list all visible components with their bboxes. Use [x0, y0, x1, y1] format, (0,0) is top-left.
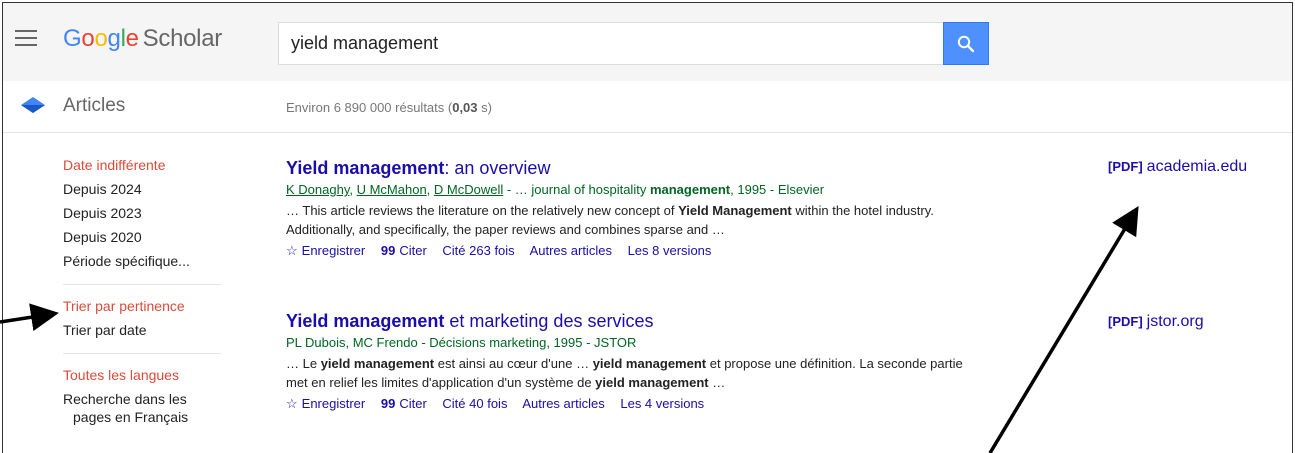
logo-letter: G	[63, 25, 82, 52]
author-link[interactable]: U McMahon	[357, 182, 427, 197]
result-authors: K Donaghy, U McMahon, D McDowell - … jou…	[286, 182, 825, 197]
filter-since-2024[interactable]: Depuis 2024	[63, 177, 233, 201]
result-actions: ☆ Enregistrer 99 Citer Cité 263 fois Autre…	[286, 241, 986, 261]
result-title-link[interactable]: Yield management et marketing des servic…	[286, 309, 986, 333]
search-icon	[957, 35, 975, 52]
snippet-text: … This article reviews the literature on…	[286, 203, 679, 218]
filter-all-languages[interactable]: Toutes les langues	[63, 363, 233, 387]
filter-since-2020[interactable]: Depuis 2020	[63, 225, 233, 249]
cited-by-link[interactable]: Cité 263 fois	[442, 243, 514, 258]
logo-letter: e	[125, 25, 139, 52]
author-link[interactable]: D McDowell	[434, 182, 503, 197]
quote-icon[interactable]: 99	[381, 243, 395, 258]
divider	[63, 284, 221, 285]
save-link[interactable]: Enregistrer	[302, 243, 366, 258]
snippet-text: … Le	[286, 356, 321, 371]
filter-custom-range[interactable]: Période spécifique...	[63, 249, 233, 273]
search-result: Yield management et marketing des servic…	[286, 309, 986, 414]
result-snippet: … This article reviews the literature on…	[286, 201, 976, 239]
quote-icon[interactable]: 99	[381, 396, 395, 411]
related-articles-link[interactable]: Autres articles	[530, 243, 612, 258]
logo-letter: o	[81, 25, 95, 52]
save-link[interactable]: Enregistrer	[302, 396, 366, 411]
search-button[interactable]	[943, 22, 989, 65]
snippet-highlight: yield management	[592, 356, 707, 371]
star-icon[interactable]: ☆	[286, 243, 298, 258]
browser-frame: Google Scholar yield management Articles …	[2, 2, 1293, 453]
logo-letter: o	[94, 25, 108, 52]
filter-sidebar: Date indifférente Depuis 2024 Depuis 202…	[63, 153, 233, 426]
result-snippet: … Le yield management est ainsi au cœur …	[286, 354, 976, 392]
versions-link[interactable]: Les 8 versions	[628, 243, 712, 258]
pdf-link[interactable]: [PDF] jstor.org	[1108, 313, 1204, 331]
search-query-text: yield management	[291, 33, 439, 53]
author-link[interactable]: K Donaghy	[286, 182, 349, 197]
snippet-text: …	[708, 375, 726, 390]
search-input[interactable]: yield management	[278, 22, 943, 65]
filter-french-pages[interactable]: Recherche dans les pages en Français	[63, 390, 213, 426]
pdf-link[interactable]: [PDF] academia.edu	[1108, 158, 1247, 176]
result-authors: PL Dubois, MC Frendo - Décisions marketi…	[286, 335, 637, 350]
sort-by-date[interactable]: Trier par date	[63, 318, 233, 342]
result-actions: ☆ Enregistrer 99 Citer Cité 40 fois Autres…	[286, 394, 986, 414]
divider	[63, 353, 221, 354]
search-result: Yield management: an overview K Donaghy,…	[286, 156, 986, 261]
snippet-highlight: yield management	[320, 356, 435, 371]
section-title: Articles	[63, 95, 126, 116]
snippet-highlight: yield management	[595, 375, 709, 390]
filter-any-date[interactable]: Date indifférente	[63, 153, 233, 177]
filter-since-2023[interactable]: Depuis 2023	[63, 201, 233, 225]
logo-letter: g	[107, 25, 121, 52]
snippet-highlight: Yield Management	[678, 203, 792, 218]
logo-scholar-text: Scholar	[142, 25, 223, 52]
related-articles-link[interactable]: Autres articles	[522, 396, 604, 411]
results-subheader: Articles Environ 6 890 000 résultats (0,…	[3, 81, 1292, 133]
result-title-link[interactable]: Yield management: an overview	[286, 156, 986, 180]
top-bar: Google Scholar yield management	[3, 3, 1292, 81]
menu-icon[interactable]	[15, 30, 37, 48]
graduation-cap-icon	[21, 97, 45, 113]
cite-link[interactable]: Citer	[399, 243, 426, 258]
versions-link[interactable]: Les 4 versions	[620, 396, 704, 411]
results-count: Environ 6 890 000 résultats (0,03 s)	[286, 100, 492, 115]
star-icon[interactable]: ☆	[286, 396, 298, 411]
google-scholar-logo[interactable]: Google Scholar	[63, 25, 222, 53]
cited-by-link[interactable]: Cité 40 fois	[442, 396, 507, 411]
snippet-text: est ainsi au cœur d'une …	[434, 356, 593, 371]
sort-by-relevance[interactable]: Trier par pertinence	[63, 294, 233, 318]
cite-link[interactable]: Citer	[399, 396, 426, 411]
